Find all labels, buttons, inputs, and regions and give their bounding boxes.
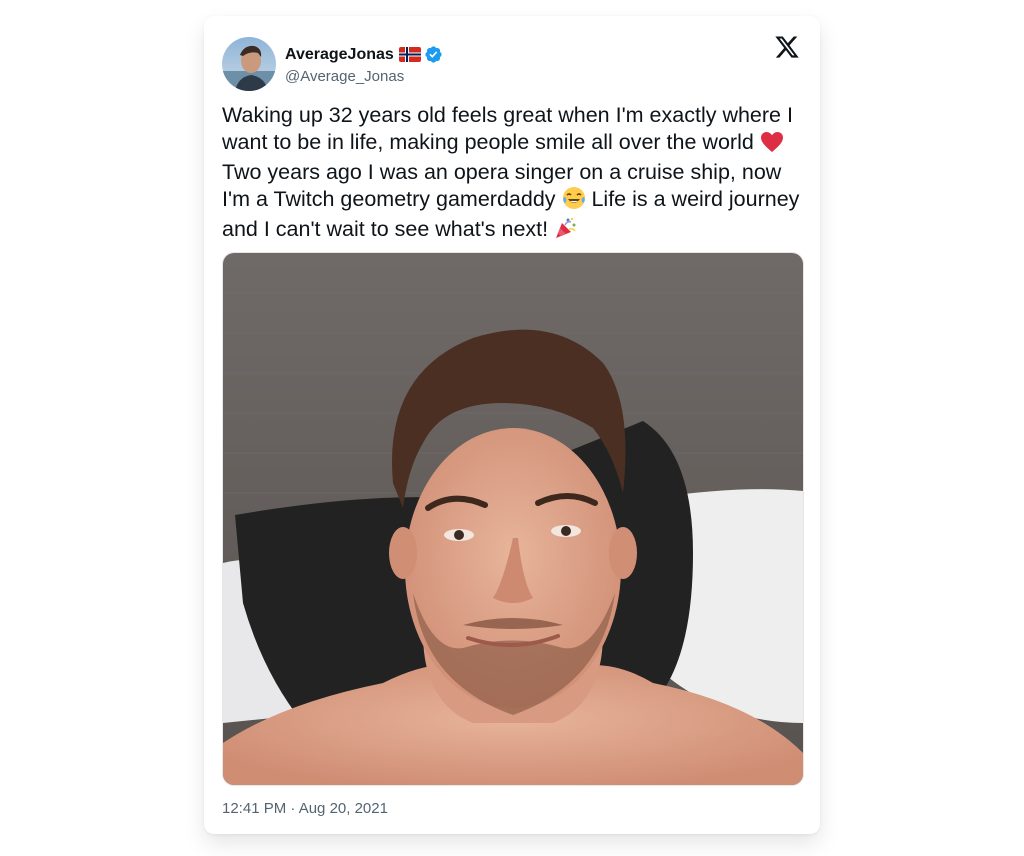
- tweet-text-part: Waking up 32 years old feels great when …: [222, 103, 799, 154]
- display-name[interactable]: AverageJonas: [285, 46, 394, 64]
- red-heart-icon: [760, 131, 784, 160]
- author-names: AverageJonas @Average_Jonas: [285, 44, 443, 85]
- x-logo-icon[interactable]: [774, 34, 800, 60]
- verified-badge-icon: [424, 45, 443, 64]
- tweet-card: AverageJonas @Average_Jonas Waking up 32…: [204, 16, 820, 834]
- tweet-text: Waking up 32 years old feels great when …: [222, 102, 812, 247]
- norway-flag-icon: [398, 47, 421, 62]
- handle[interactable]: @Average_Jonas: [285, 68, 443, 85]
- avatar[interactable]: [222, 37, 276, 91]
- party-popper-icon: [554, 216, 578, 247]
- selfie-photo[interactable]: [222, 252, 804, 786]
- tweet-header: AverageJonas @Average_Jonas: [222, 34, 802, 94]
- tears-of-joy-icon: [562, 186, 586, 217]
- tweet-timestamp[interactable]: 12:41 PM · Aug 20, 2021: [222, 800, 388, 817]
